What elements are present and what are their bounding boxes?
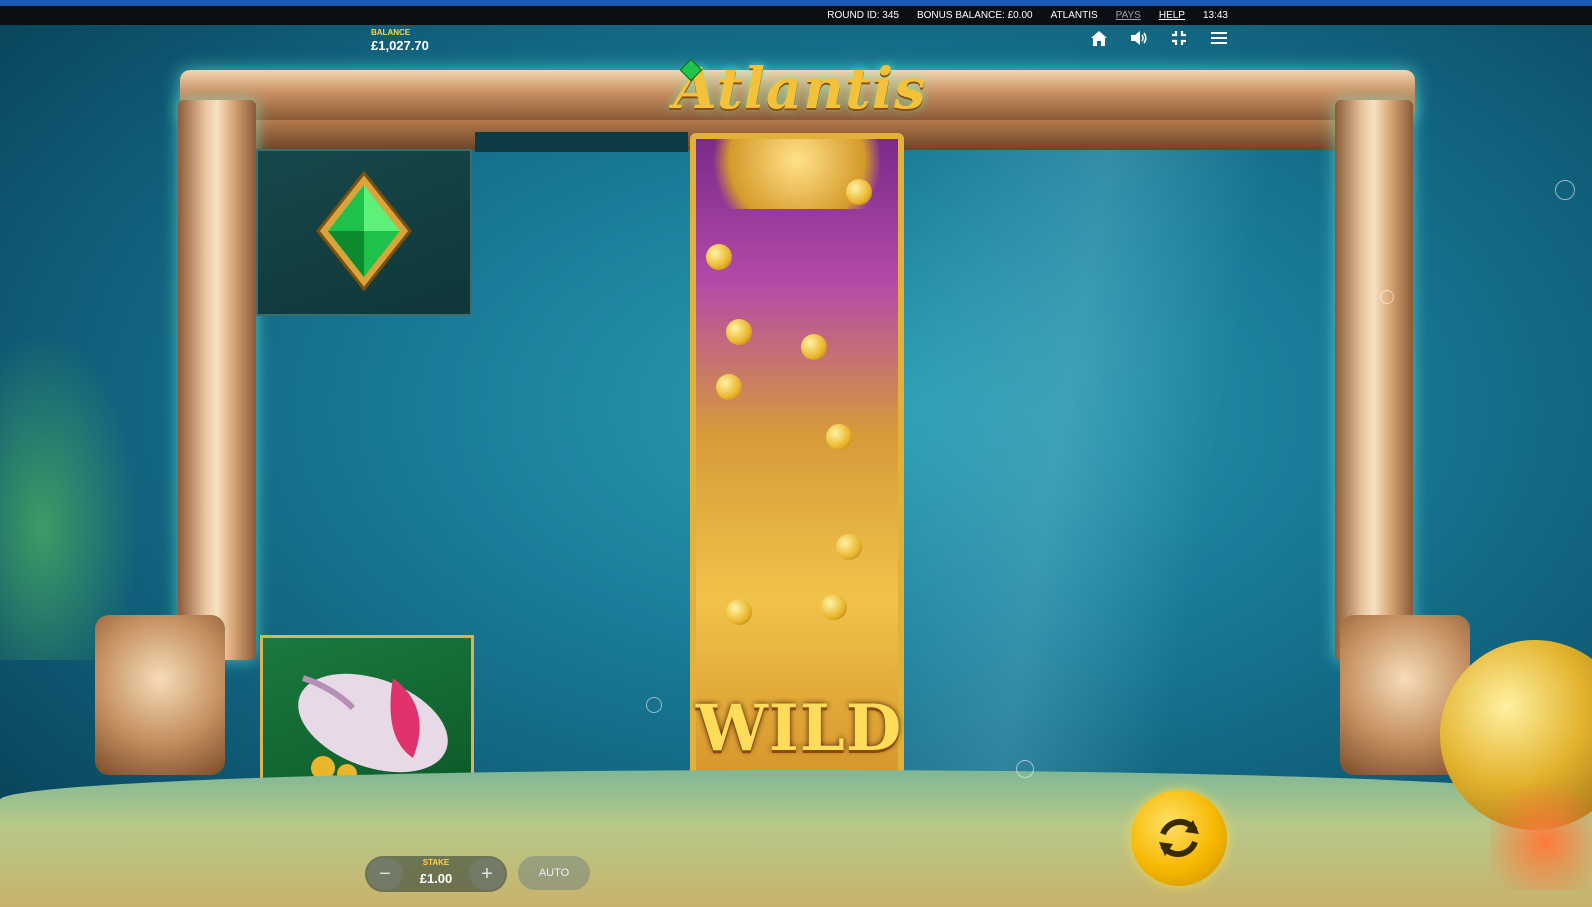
autoplay-button[interactable]: AUTO (518, 856, 590, 890)
home-icon[interactable] (1090, 29, 1108, 47)
green-gem-icon (316, 170, 412, 292)
fullscreen-exit-icon[interactable] (1170, 29, 1188, 47)
stake-increase-button[interactable]: + (469, 858, 505, 890)
round-id-text: ROUND ID: 345 (827, 10, 899, 21)
bubble (1016, 760, 1034, 778)
bubble (646, 697, 662, 713)
balance-label: BALANCE (371, 28, 411, 37)
hud-icon-group (1090, 29, 1228, 47)
stake-label: STAKE (422, 858, 450, 867)
green-gem-symbol (256, 149, 472, 316)
sound-icon[interactable] (1130, 29, 1148, 47)
bubble (1555, 180, 1575, 200)
reel2-top-slot (475, 132, 688, 152)
game-stage: ROUND ID: 345 BONUS BALANCE: £0.00 ATLAN… (0, 0, 1592, 907)
coral-decoration (1490, 770, 1592, 890)
help-link[interactable]: HELP (1159, 10, 1185, 21)
coin-icon (821, 594, 847, 620)
coin-icon (836, 534, 862, 560)
coin-icon (716, 374, 742, 400)
balance-display: BALANCE £1,027.70 (371, 28, 429, 53)
right-pillar (1335, 100, 1413, 660)
top-info-bar: ROUND ID: 345 BONUS BALANCE: £0.00 ATLAN… (0, 6, 1592, 25)
light-rays (900, 130, 1320, 780)
wild-symbol: WILD (690, 133, 904, 800)
bonus-balance-text: BONUS BALANCE: £0.00 (916, 10, 1033, 21)
conch-shell-symbol (260, 635, 474, 793)
balance-value: £1,027.70 (371, 38, 429, 53)
pays-link[interactable]: PAYS (1116, 10, 1141, 21)
game-name-text: ATLANTIS (1050, 10, 1098, 21)
sandy-seabed (0, 770, 1592, 907)
stake-value: £1.00 (419, 871, 453, 886)
wild-label: WILD (696, 691, 903, 766)
conch-shell-icon (298, 673, 448, 784)
coin-icon (801, 334, 827, 360)
clock-text: 13:43 (1202, 10, 1228, 21)
left-pillar (178, 100, 256, 660)
coin-icon (706, 244, 732, 270)
stake-decrease-button[interactable]: − (367, 858, 403, 890)
spin-icon (1159, 818, 1199, 858)
coin-icon (726, 599, 752, 625)
menu-icon[interactable] (1210, 29, 1228, 47)
coin-icon (826, 424, 852, 450)
coin-icon (846, 179, 872, 205)
spin-button[interactable] (1131, 790, 1227, 886)
coin-icon (726, 319, 752, 345)
bubble (1380, 290, 1394, 304)
left-pillar-base (95, 615, 225, 775)
seaweed-decoration (0, 330, 140, 660)
